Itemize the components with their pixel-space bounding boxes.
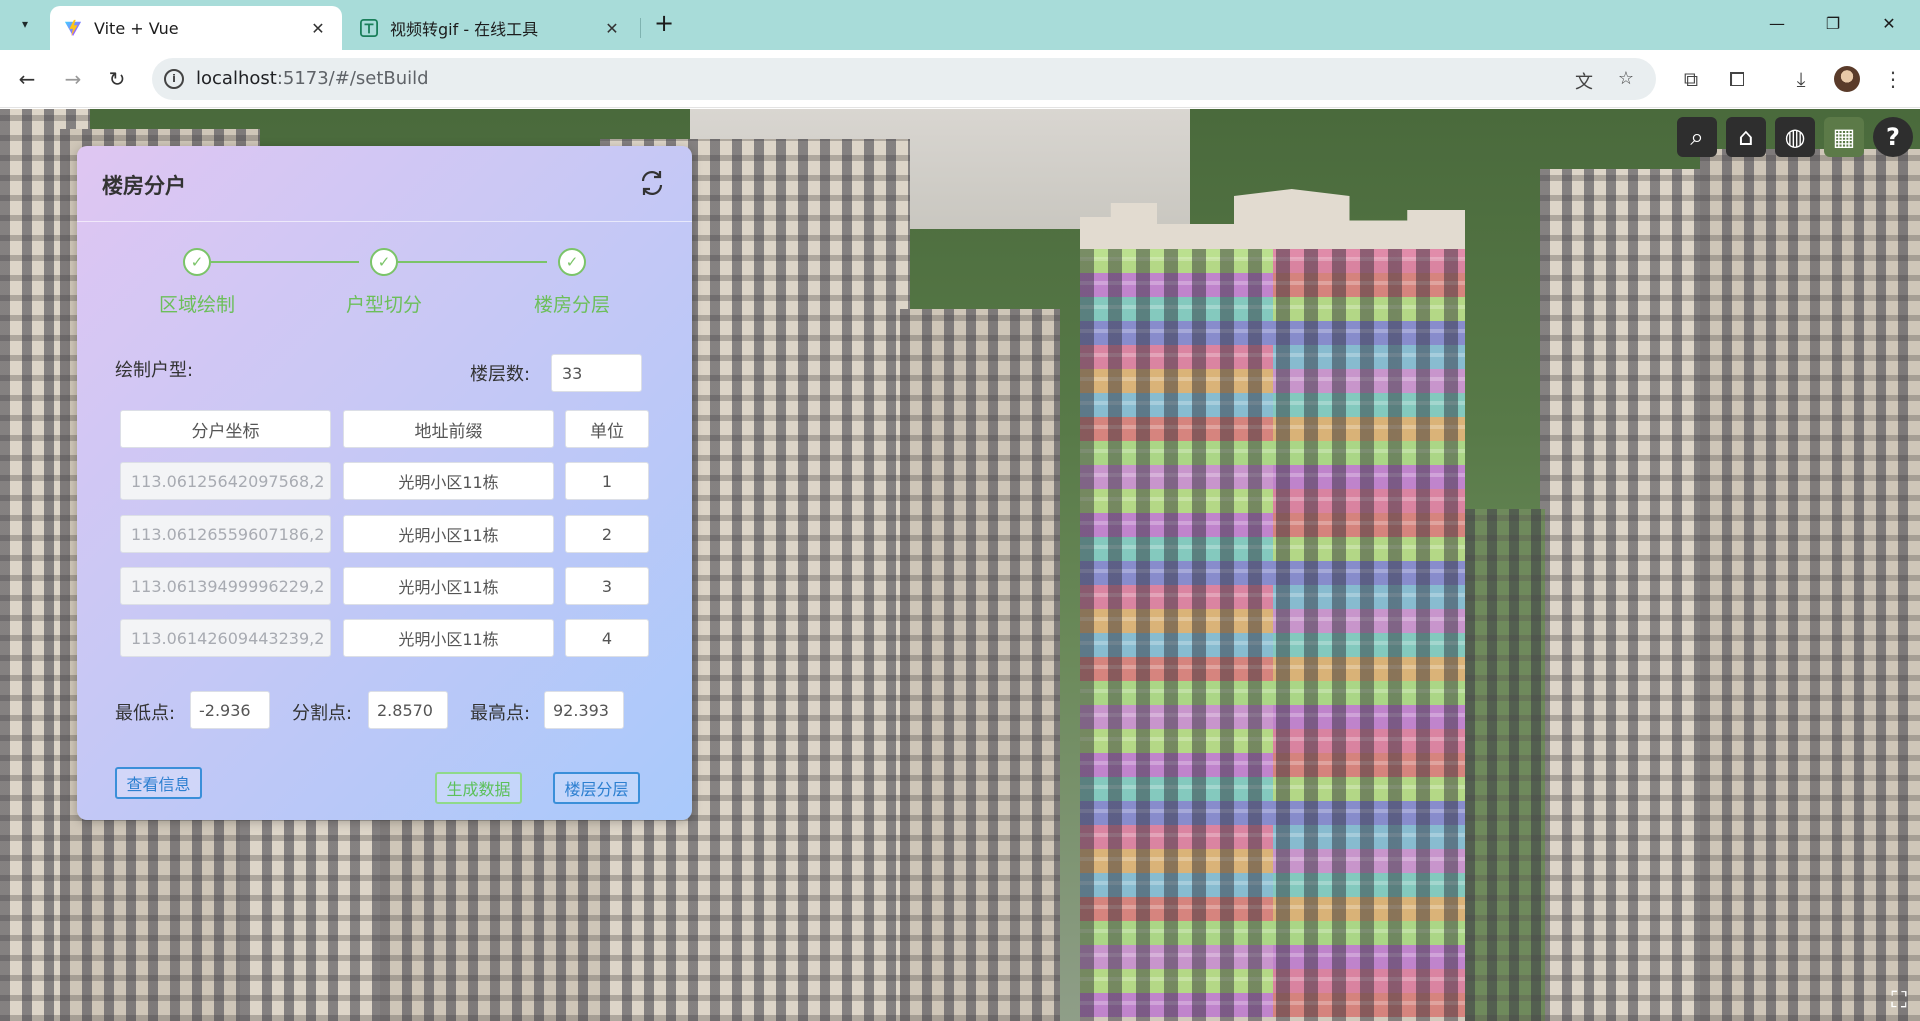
tab-search-chevron-icon[interactable]: ▾ <box>12 10 38 38</box>
minimize-icon[interactable]: — <box>1750 8 1804 40</box>
panel-header: 楼房分户 <box>77 146 692 222</box>
step-check-icon: ✓ <box>370 248 398 276</box>
url-path: :5173/#/setBuild <box>276 68 429 89</box>
tab-title: 视频转gif - 在线工具 <box>390 20 539 39</box>
step-connector <box>211 261 359 263</box>
generate-data-button[interactable]: 生成数据 <box>435 772 522 804</box>
reload-icon[interactable]: ↻ <box>102 64 132 94</box>
address-prefix-input[interactable]: 光明小区11栋 <box>343 567 554 605</box>
bookmark-star-icon[interactable]: ☆ <box>1614 68 1638 90</box>
reading-list-icon[interactable]: ⧉ <box>1676 64 1706 94</box>
refresh-icon[interactable] <box>637 168 667 198</box>
new-tab-plus-icon[interactable]: + <box>650 10 678 38</box>
vite-logo-icon <box>64 19 82 37</box>
help-icon[interactable]: ? <box>1873 117 1913 157</box>
step-label-unit-split: 户型切分 <box>345 294 422 316</box>
floor-count-label: 楼层数: <box>470 364 531 385</box>
building-model <box>900 309 1060 1021</box>
panel-title: 楼房分户 <box>102 174 186 198</box>
building-model <box>1700 149 1920 1021</box>
split-point-label: 分割点: <box>292 703 353 724</box>
column-header-unit: 单位 <box>565 410 649 448</box>
url-text: localhost:5173/#/setBuild <box>196 68 429 89</box>
view-info-button[interactable]: 查看信息 <box>115 767 202 799</box>
tab-vite-vue[interactable]: Vite + Vue ✕ <box>50 6 342 50</box>
translate-icon[interactable]: 文 <box>1572 68 1596 93</box>
unit-input[interactable]: 3 <box>565 567 649 605</box>
coord-input[interactable]: 113.06125642097568,2 <box>120 462 331 500</box>
step-check-icon: ✓ <box>183 248 211 276</box>
unit-input[interactable]: 4 <box>565 619 649 657</box>
floor-layer-button[interactable]: 楼层分层 <box>553 772 640 804</box>
split-point-input[interactable]: 2.8570 <box>368 691 448 729</box>
download-icon[interactable]: ⤓ <box>1786 64 1816 94</box>
restore-icon[interactable]: ❐ <box>1806 8 1860 40</box>
address-prefix-input[interactable]: 光明小区11栋 <box>343 619 554 657</box>
step-label-area-draw: 区域绘制 <box>158 294 235 316</box>
min-point-input[interactable]: -2.936 <box>190 691 270 729</box>
address-prefix-input[interactable]: 光明小区11栋 <box>343 462 554 500</box>
coord-input[interactable]: 113.06142609443239,2 <box>120 619 331 657</box>
unit-input[interactable]: 2 <box>565 515 649 553</box>
tab-video-to-gif[interactable]: 视频转gif - 在线工具 ✕ <box>346 6 636 50</box>
extensions-puzzle-icon[interactable]: ⧠ <box>1722 64 1752 94</box>
highlighted-building <box>1080 189 1465 1021</box>
step-label-floor-layer: 楼房分层 <box>533 294 610 316</box>
unit-input[interactable]: 1 <box>565 462 649 500</box>
back-arrow-icon[interactable]: ← <box>12 64 42 94</box>
forward-arrow-icon[interactable]: → <box>58 64 88 94</box>
step-connector <box>387 261 547 263</box>
max-point-input[interactable]: 92.393 <box>544 691 624 729</box>
url-host: localhost <box>196 68 277 89</box>
min-point-label: 最低点: <box>115 703 176 724</box>
ground-greenery <box>1465 509 1545 1021</box>
close-tab-icon[interactable]: ✕ <box>602 19 622 38</box>
coord-input[interactable]: 113.06139499996229,2 <box>120 567 331 605</box>
tab-separator <box>640 18 641 38</box>
coord-input[interactable]: 113.06126559607186,2 <box>120 515 331 553</box>
home-icon[interactable]: ⌂ <box>1726 117 1766 157</box>
column-header-coord: 分户坐标 <box>120 410 331 448</box>
tool-logo-icon <box>360 19 378 37</box>
layer-picker-icon[interactable]: ▦ <box>1824 117 1864 157</box>
max-point-label: 最高点: <box>470 703 531 724</box>
fullscreen-icon[interactable]: ⛶ <box>1884 986 1914 1016</box>
step-check-icon: ✓ <box>558 248 586 276</box>
close-tab-icon[interactable]: ✕ <box>308 19 328 38</box>
search-icon[interactable]: ⌕ <box>1677 117 1717 157</box>
close-window-icon[interactable]: ✕ <box>1862 8 1916 40</box>
tab-title: Vite + Vue <box>94 18 179 38</box>
address-prefix-input[interactable]: 光明小区11栋 <box>343 515 554 553</box>
building-split-panel: 楼房分户 ✓ ✓ ✓ 区域绘制 户型切分 楼房分层 绘制户型: 楼层数: 33 … <box>77 146 692 820</box>
profile-avatar[interactable] <box>1834 66 1860 92</box>
browser-tab-strip: ▾ Vite + Vue ✕ 视频转gif - 在线工具 ✕ + — ❐ ✕ <box>0 0 1920 50</box>
column-header-prefix: 地址前缀 <box>343 410 554 448</box>
draw-unit-label: 绘制户型: <box>115 360 194 381</box>
building-window-grid <box>1080 249 1465 1021</box>
floor-count-input[interactable]: 33 <box>551 354 642 392</box>
progress-steps: ✓ ✓ ✓ 区域绘制 户型切分 楼房分层 <box>77 246 692 316</box>
address-bar[interactable]: i localhost:5173/#/setBuild 文 ☆ <box>152 58 1656 100</box>
site-info-icon[interactable]: i <box>164 69 184 89</box>
browser-toolbar: ← → ↻ i localhost:5173/#/setBuild 文 ☆ ⧉ … <box>0 50 1920 108</box>
globe-icon[interactable]: ◍ <box>1775 117 1815 157</box>
menu-kebab-icon[interactable]: ⋮ <box>1878 64 1908 94</box>
